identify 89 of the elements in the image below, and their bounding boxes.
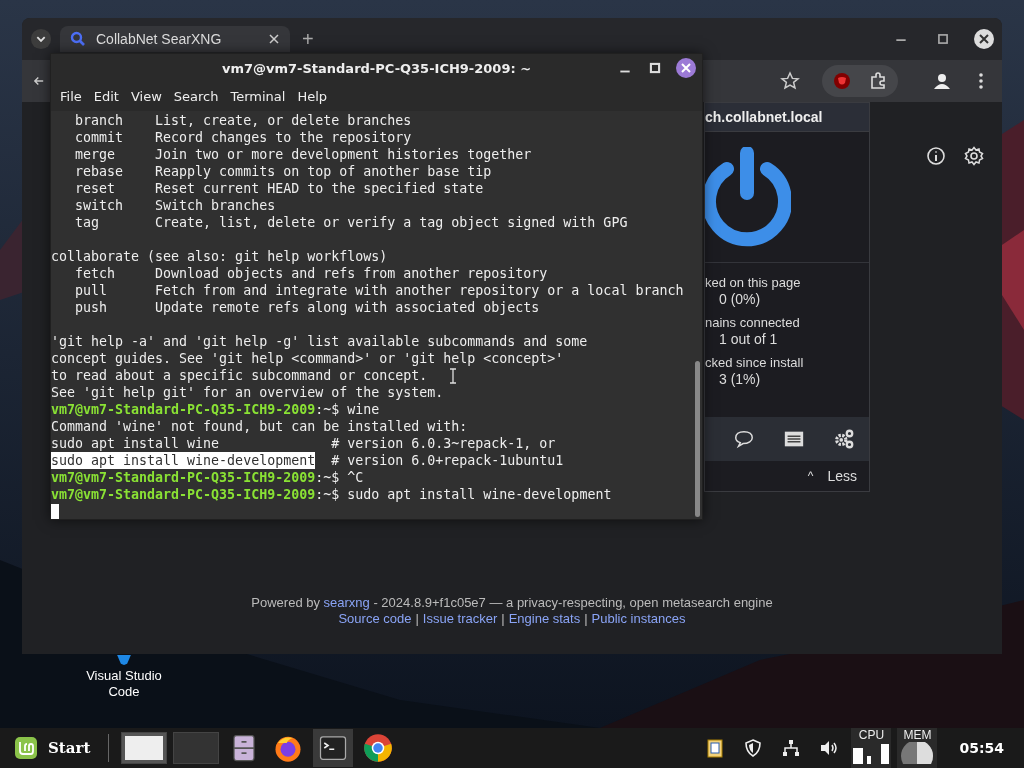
terminal-line: See 'git help git' for an overview of the system. — [51, 384, 444, 401]
searxng-link[interactable]: searxng — [323, 595, 370, 610]
footer-link[interactable]: Engine stats — [508, 611, 581, 626]
terminal-line: reset Reset current HEAD to the specified state — [74, 180, 484, 197]
scrollbar-thumb[interactable] — [695, 361, 700, 517]
terminal-line: rebase Reapply commits on top of another base tip — [74, 163, 492, 180]
terminal-line: fetch Download objects and refs from another repository — [74, 265, 548, 282]
command-text: sudo apt install wine-development — [347, 486, 612, 503]
desktop-icon-label[interactable]: Visual Studio Code — [79, 668, 169, 700]
pie-icon — [899, 742, 936, 764]
footer-text: Powered by searxng - 2024.8.9+f1c05e7 — a privacy-respecting, open metasearch engine — [251, 595, 773, 610]
terminal-line: tag Create, list, delete or verify a tag object signed with GPG — [74, 214, 628, 231]
start-button[interactable]: Start — [8, 730, 97, 766]
terminal-line: collaborate (see also: git help workflows) — [51, 248, 388, 265]
prompt-host: vm7@vm7-Standard-PC-Q35-ICH9-2009 — [51, 469, 316, 486]
footer-link[interactable]: Source code — [338, 611, 412, 626]
mint-logo-icon — [14, 736, 38, 760]
settings-icon[interactable] — [964, 146, 984, 166]
command-text: ^C — [347, 469, 364, 486]
prompt-host: vm7@vm7-Standard-PC-Q35-ICH9-2009 — [51, 486, 316, 503]
prompt-path: :~$ — [315, 469, 340, 486]
link-separator: | — [584, 611, 588, 626]
cpu-monitor[interactable]: CPU — [851, 728, 892, 768]
profile-icon[interactable] — [932, 71, 952, 91]
menu-icon[interactable] — [978, 71, 984, 91]
terminal-icon[interactable] — [318, 733, 349, 763]
menu-item[interactable]: View — [125, 89, 167, 104]
close-icon[interactable] — [676, 58, 696, 78]
footer-link[interactable]: Public instances — [591, 611, 686, 626]
info-icon[interactable] — [926, 146, 946, 166]
stat-value: 1 out of 1 — [719, 331, 778, 347]
prompt-path: :~$ — [315, 401, 340, 418]
chrome-icon[interactable] — [363, 733, 394, 763]
tab-list-icon[interactable] — [30, 28, 52, 50]
text-cursor-icon — [449, 368, 457, 384]
network-icon[interactable] — [781, 738, 802, 758]
terminal-line: branch List, create, or delete branches — [74, 112, 412, 129]
command-text: wine — [347, 401, 380, 418]
cpu-graph-icon — [853, 742, 890, 764]
terminal-line: to read about a specific subcommand or concept. — [51, 367, 428, 384]
star-icon[interactable] — [780, 71, 800, 91]
new-tab-button[interactable]: + — [302, 27, 314, 51]
power-icon[interactable] — [705, 147, 791, 247]
memory-monitor[interactable]: MEM — [897, 728, 938, 768]
menu-item[interactable]: File — [55, 89, 87, 104]
puzzle-icon[interactable] — [868, 71, 888, 91]
terminal-line: Command 'wine' not found, but can be installed with: — [51, 418, 468, 435]
menu-item[interactable]: Search — [168, 89, 224, 104]
terminal-line: 'git help -a' and 'git help -g' list available subcommands and some — [51, 333, 588, 350]
window-title: vm7@vm7-Standard-PC-Q35-ICH9-2009: ~ — [221, 60, 532, 76]
selected-text: sudo apt install wine-development — [51, 452, 316, 469]
prompt-host: vm7@vm7-Standard-PC-Q35-ICH9-2009 — [51, 401, 316, 418]
shield-icon[interactable] — [743, 738, 764, 758]
stat-value: 3 (1%) — [719, 371, 761, 387]
clock[interactable]: 05:54 — [959, 740, 1004, 756]
stat-label: nains connected — [705, 315, 801, 330]
terminal-line: merge Join two or more development histories together — [74, 146, 532, 163]
stat-value: 0 (0%) — [719, 291, 761, 307]
terminal-line: push Update remote refs along with associated objects — [74, 299, 540, 316]
footer-link[interactable]: Issue tracker — [422, 611, 498, 626]
link-separator: | — [415, 611, 419, 626]
close-icon[interactable] — [974, 29, 994, 49]
cpu-label: CPU — [858, 728, 885, 742]
stat-label: ked on this page — [705, 275, 802, 290]
menu-item[interactable]: Help — [292, 89, 333, 104]
menu-item[interactable]: Terminal — [225, 89, 291, 104]
clipboard-icon[interactable] — [705, 738, 726, 758]
terminal-line: # version 6.0+repack-1ubuntu1 — [330, 452, 564, 469]
maximize-icon[interactable] — [936, 32, 950, 46]
workspace-thumbnail[interactable] — [121, 732, 168, 764]
maximize-icon[interactable] — [648, 61, 662, 75]
terminal-line: commit Record changes to the repository — [74, 129, 412, 146]
terminal-line: switch Switch branches — [74, 197, 276, 214]
browser-tab[interactable]: CollabNet SearXNG — [60, 26, 290, 52]
terminal-line: concept guides. See 'git help <command>' or 'git help <concept>' — [51, 350, 564, 367]
close-icon[interactable] — [268, 33, 280, 45]
search-icon — [70, 31, 86, 47]
terminal-line: pull Fetch from and integrate with another repository or a local branch — [74, 282, 684, 299]
mem-label: MEM — [903, 728, 932, 742]
prompt-path: :~$ — [315, 486, 340, 503]
link-separator: | — [501, 611, 505, 626]
shield-extension-icon[interactable] — [832, 71, 852, 91]
menu-item[interactable]: Edit — [88, 89, 124, 104]
workspace-thumbnail[interactable] — [173, 732, 220, 764]
popup-domain: ch.collabnet.local — [705, 109, 823, 125]
stat-label: cked since install — [705, 355, 805, 370]
terminal-line: sudo apt install wine # version 6.0.3~repack-1, or — [51, 435, 556, 452]
speech-bubble-icon[interactable] — [733, 428, 755, 450]
block-cursor — [51, 504, 59, 519]
